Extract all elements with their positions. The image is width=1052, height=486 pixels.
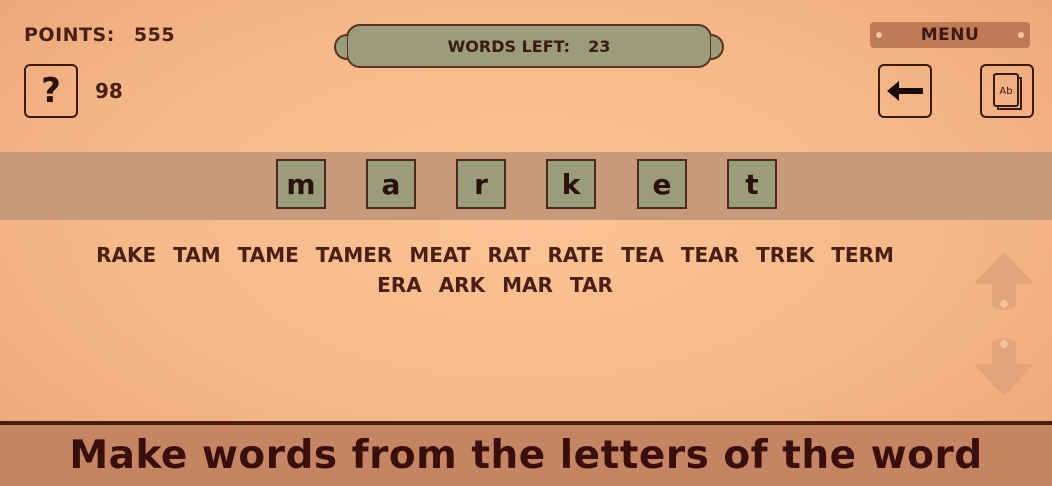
menu-button[interactable]: MENU (870, 22, 1030, 48)
found-word: TAME (237, 243, 299, 267)
letter-tile[interactable]: e (637, 159, 687, 209)
found-word: TEAR (680, 243, 740, 267)
arrow-up-icon[interactable] (972, 250, 1036, 314)
letter-tile[interactable]: k (546, 159, 596, 209)
found-word: TEA (621, 243, 664, 267)
hint-count: 98 (95, 79, 123, 103)
found-words-row: RAKE TAM TAME TAMER MEAT RAT RATE TEA TE… (0, 240, 990, 270)
points-value: 555 (133, 24, 176, 46)
letter-tile[interactable]: r (456, 159, 506, 209)
hint-button[interactable]: ? (24, 64, 78, 118)
found-word: RATE (547, 243, 605, 267)
found-word: RAT (487, 243, 531, 267)
found-word: ERA (377, 273, 422, 297)
arrow-down-icon[interactable] (972, 334, 1036, 398)
arrow-left-icon (887, 81, 923, 101)
letter-tile[interactable]: a (366, 159, 416, 209)
found-word: TAM (173, 243, 221, 267)
book-icon: Ab (993, 73, 1022, 110)
found-word: TREK (756, 243, 815, 267)
words-left-panel: WORDS LEFT: 23 (346, 24, 712, 68)
found-word: TERM (831, 243, 894, 267)
found-word: MEAT (409, 243, 471, 267)
found-word: ARK (438, 273, 486, 297)
letter-tile[interactable]: t (727, 159, 777, 209)
back-button[interactable] (878, 64, 932, 118)
found-word: TAR (569, 273, 613, 297)
found-word: RAKE (96, 243, 157, 267)
found-words-list: RAKE TAM TAME TAMER MEAT RAT RATE TEA TE… (0, 240, 990, 300)
points-display: POINTS: 555 (24, 24, 175, 46)
points-label: POINTS: (24, 24, 115, 46)
dictionary-button[interactable]: Ab (980, 64, 1034, 118)
footer-caption: Make words from the letters of the word (69, 433, 983, 478)
menu-label: MENU (920, 25, 980, 45)
letter-band (0, 152, 1052, 220)
found-words-row: ERA ARK MAR TAR (0, 270, 990, 300)
footer-caption-bar: Make words from the letters of the word (0, 421, 1052, 486)
found-word: TAMER (315, 243, 393, 267)
question-icon: ? (41, 71, 61, 111)
book-icon-label: Ab (999, 86, 1012, 97)
words-left-value: 23 (588, 36, 611, 56)
found-word: MAR (502, 273, 553, 297)
words-left-label: WORDS LEFT: (447, 36, 571, 56)
letter-tile[interactable]: m (276, 159, 326, 209)
